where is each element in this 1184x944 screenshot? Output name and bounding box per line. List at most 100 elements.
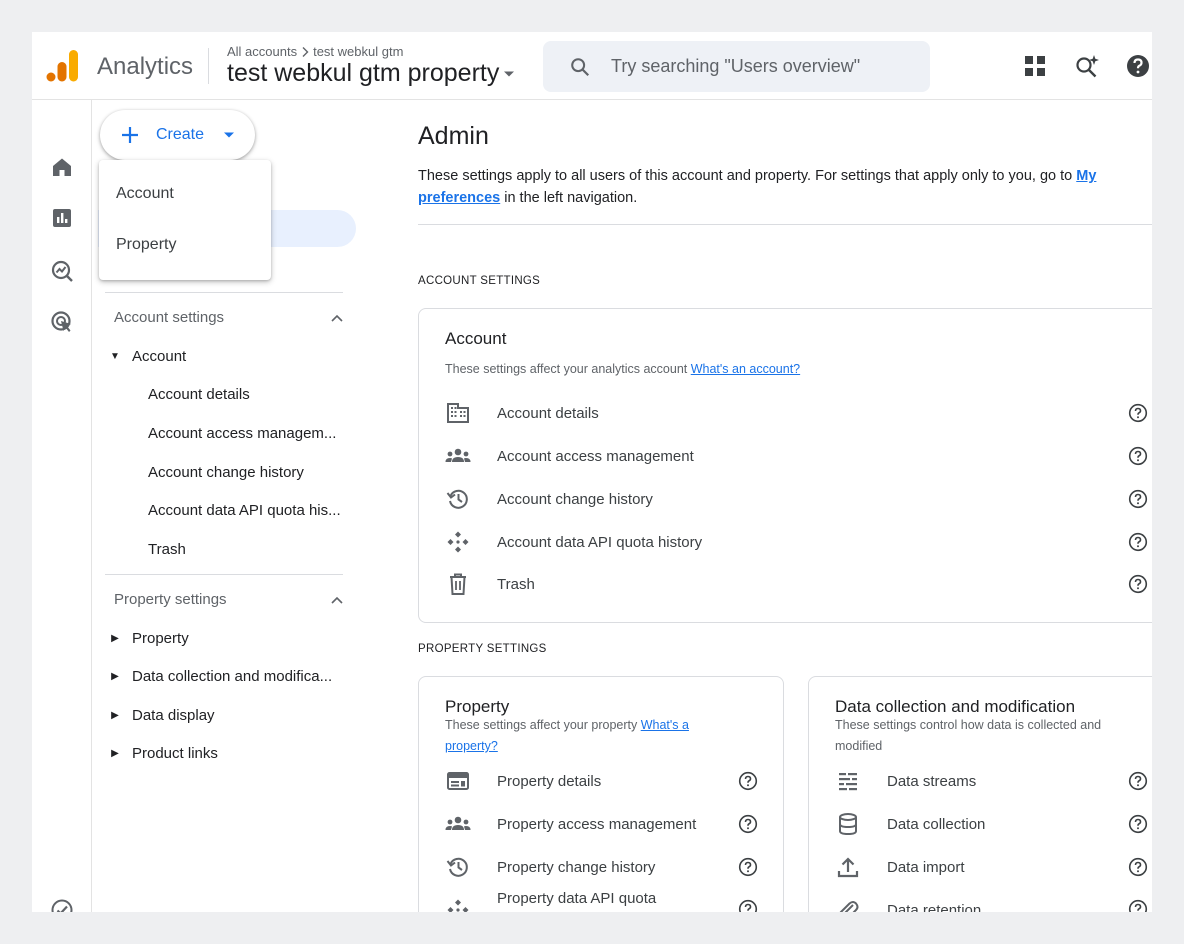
help-circle-icon[interactable] [1128,574,1148,594]
api-quota-icon [447,531,469,553]
account-settings-header[interactable]: Account settings [114,309,344,326]
caret-down-icon [224,132,235,138]
row-label: Trash [497,575,535,593]
help-circle-icon[interactable] [738,771,758,791]
account-card-subtitle: These settings affect your analytics acc… [445,359,800,380]
data-card-subtitle: These settings control how data is colle… [835,715,1152,757]
account-access-row[interactable]: Account access management [445,441,694,471]
account-details-row[interactable]: Account details [445,398,599,428]
data-streams-row[interactable]: Data streams [835,766,976,796]
data-collection-card: Data collection and modification These s… [808,676,1152,912]
admin-description: These settings apply to all users of thi… [418,165,1138,209]
create-dropdown-menu: Account Property [99,160,271,280]
data-retention-row[interactable]: Data retention [835,895,981,912]
chevron-up-icon [331,596,343,604]
menu-item-property[interactable]: Property [116,236,176,254]
history-icon [446,489,468,509]
property-access-row[interactable]: Property access management [445,809,696,839]
help-circle-icon[interactable] [1128,857,1148,877]
nav-data-display[interactable]: ▶ Data display [108,707,215,724]
my-preferences-link[interactable]: preferences [418,190,500,206]
caret-right-icon: ▶ [111,633,119,644]
data-card-title: Data collection and modification [835,697,1076,716]
help-circle-icon[interactable] [738,899,758,912]
row-label: Data import [887,858,965,876]
whats-a-property-link[interactable]: property? [445,739,498,753]
trash-row[interactable]: Trash [445,569,535,599]
row-label: Property access management [497,815,697,833]
building-icon [447,403,469,423]
nav-divider [105,292,343,293]
breadcrumb[interactable]: All accounts test webkul gtm [227,44,403,59]
reports-icon[interactable] [50,206,74,230]
property-settings-header[interactable]: Property settings [114,591,344,608]
caret-down-icon: ▼ [110,351,120,362]
section-divider [418,224,1152,225]
create-button[interactable]: Create [100,110,255,160]
data-import-row[interactable]: Data import [835,852,965,882]
chevron-right-icon [302,46,309,57]
help-circle-icon[interactable] [738,814,758,834]
nav-account-change-history[interactable]: Account change history [148,464,352,481]
nav-account-group[interactable]: ▼ Account [108,348,186,365]
explore-icon[interactable] [50,259,74,283]
breadcrumb-account[interactable]: test webkul gtm [313,44,403,59]
nav-product-links-label: Product links [132,745,218,762]
apps-grid-icon[interactable] [1022,53,1048,79]
search-insights-icon[interactable] [1074,53,1100,79]
search-bar[interactable] [543,41,930,92]
help-circle-icon[interactable] [1128,532,1148,552]
page-title: Admin [418,122,489,150]
help-icon[interactable] [1125,53,1151,79]
app-frame: Analytics All accounts test webkul gtm t… [32,32,1152,912]
help-circle-icon[interactable] [1128,899,1148,912]
help-circle-icon[interactable] [1128,403,1148,423]
top-bar: Analytics All accounts test webkul gtm t… [32,32,1152,100]
create-label: Create [156,126,205,143]
property-card-title: Property [445,697,510,716]
nav-account-access[interactable]: Account access managem... [148,425,352,442]
menu-item-account[interactable]: Account [116,185,174,203]
nav-divider [105,574,343,575]
row-label: Data retention [887,901,982,913]
attachment-icon [839,901,859,912]
help-circle-icon[interactable] [1128,446,1148,466]
advertising-icon[interactable] [50,310,74,334]
help-circle-icon[interactable] [1128,814,1148,834]
property-api-quota-row[interactable]: Property data API quotahistory [445,890,656,912]
account-change-history-row[interactable]: Account change history [445,484,653,514]
nav-trash[interactable]: Trash [148,541,352,558]
property-card-subtitle: These settings affect your property What… [445,715,745,757]
whats-an-account-link[interactable]: What's an account? [691,362,800,376]
search-input[interactable] [611,56,911,77]
help-circle-icon[interactable] [1128,771,1148,791]
row-label: Account access management [497,447,694,465]
breadcrumb-all-accounts[interactable]: All accounts [227,44,297,59]
nav-property[interactable]: ▶ Property [108,630,189,647]
nav-account-details[interactable]: Account details [148,386,352,403]
nav-data-display-label: Data display [132,707,215,724]
nav-account-api-quota[interactable]: Account data API quota his... [148,502,352,519]
description-text: These settings apply to all users of thi… [418,168,1077,184]
data-streams-icon [839,773,857,791]
home-icon[interactable] [50,155,74,179]
property-details-row[interactable]: Property details [445,766,601,796]
checklist-icon[interactable] [50,898,74,912]
nav-property-label: Property [132,630,189,647]
my-preferences-link[interactable]: My [1076,168,1096,184]
help-circle-icon[interactable] [1128,489,1148,509]
account-api-quota-row[interactable]: Account data API quota history [445,527,702,557]
row-label: Property change history [497,858,656,876]
property-details-icon [447,772,469,790]
people-icon [445,448,471,462]
help-circle-icon[interactable] [738,857,758,877]
whats-a-property-link[interactable]: What's a [641,718,689,732]
property-change-history-row[interactable]: Property change history [445,852,655,882]
left-rail [32,100,92,912]
nav-data-collection[interactable]: ▶ Data collection and modifica... [108,668,332,685]
nav-product-links[interactable]: ▶ Product links [108,745,218,762]
property-selector[interactable]: test webkul gtm property [227,59,515,88]
data-collection-row[interactable]: Data collection [835,809,985,839]
property-settings-label: PROPERTY SETTINGS [418,643,547,655]
analytics-logo-icon[interactable] [46,49,78,83]
